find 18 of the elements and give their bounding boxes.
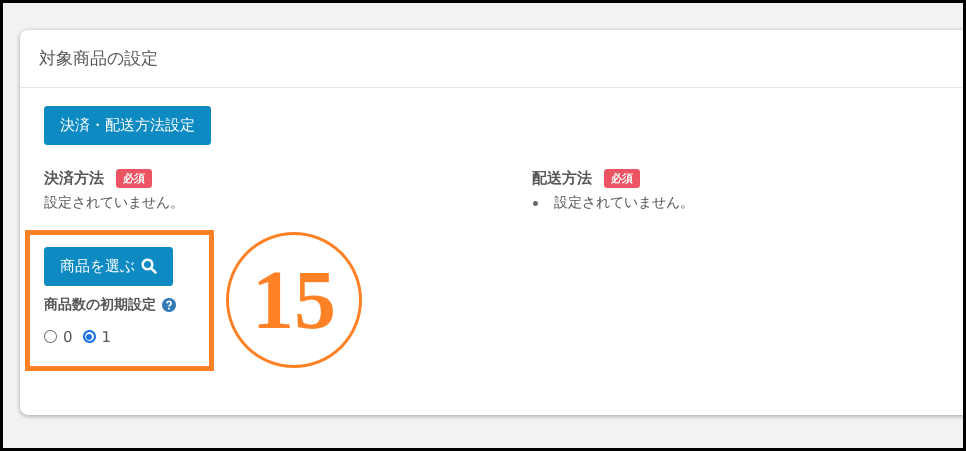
required-badge: 必須 (604, 169, 640, 188)
radio-label: 0 (63, 328, 73, 346)
card-title: 対象商品の設定 (20, 30, 963, 88)
step-number: 15 (226, 232, 362, 368)
help-icon[interactable] (162, 298, 176, 312)
field-label: 商品数の初期設定 (44, 296, 156, 314)
field-label: 決済方法 (44, 169, 104, 188)
field-label: 配送方法 (532, 169, 592, 188)
list-item: 設定されていません。 (554, 194, 694, 213)
radio-button[interactable] (82, 330, 96, 344)
payment-shipping-settings-button[interactable]: 決済・配送方法設定 (44, 106, 211, 145)
field-value: 設定されていません。 (44, 194, 185, 212)
search-icon (141, 258, 157, 274)
select-products-button[interactable]: 商品を選ぶ (44, 246, 173, 286)
radio-label: 1 (102, 328, 112, 346)
radio-button[interactable] (44, 330, 57, 344)
required-badge: 必須 (116, 169, 152, 188)
bullet-icon (533, 201, 538, 206)
